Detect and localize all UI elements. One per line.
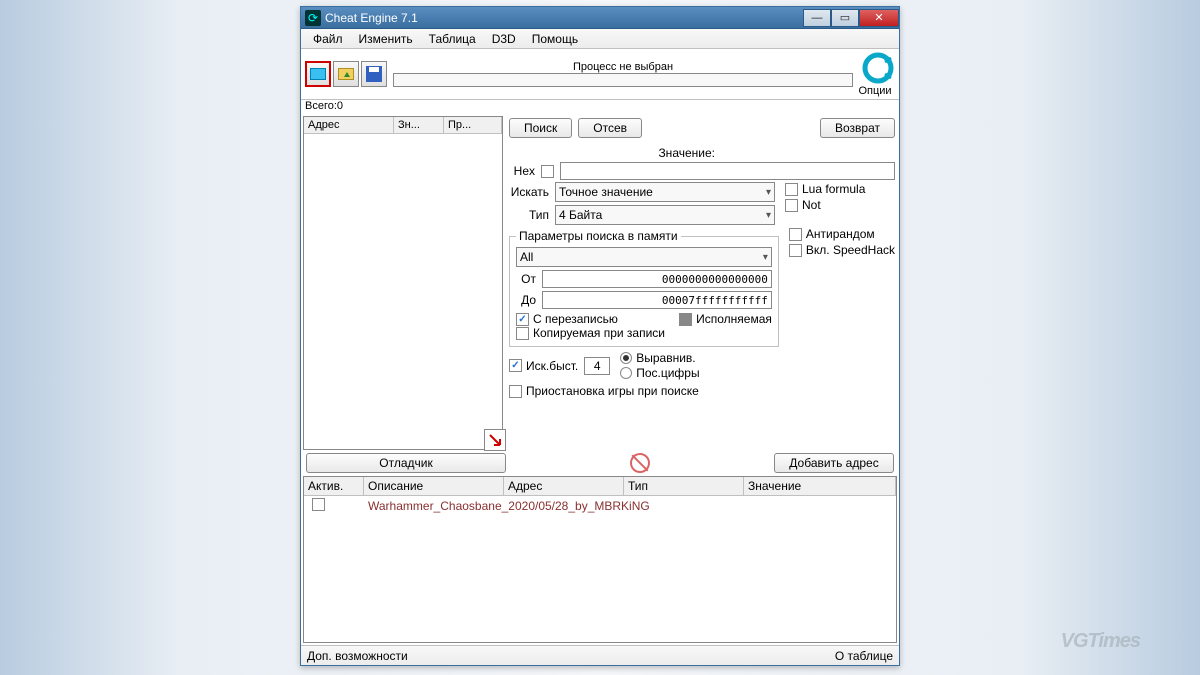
menu-edit[interactable]: Изменить	[351, 30, 421, 48]
undo-scan-button[interactable]: Возврат	[820, 118, 895, 138]
memory-scan-group: Параметры поиска в памяти All От До ✓ С п…	[509, 229, 779, 347]
hex-checkbox[interactable]	[541, 165, 554, 178]
minimize-button[interactable]: —	[803, 9, 831, 27]
value-type-select[interactable]: 4 Байта	[555, 205, 775, 225]
table-row[interactable]: Warhammer_Chaosbane_2020/05/28_by_MBRKiN…	[304, 496, 896, 516]
writable-checkbox[interactable]: ✓	[516, 313, 529, 326]
lastdigits-radio-label: Пос.цифры	[636, 366, 699, 380]
menu-d3d[interactable]: D3D	[484, 30, 524, 48]
to-label: До	[516, 293, 536, 307]
stop-icon	[630, 453, 650, 473]
pause-game-checkbox[interactable]	[509, 385, 522, 398]
executable-checkbox[interactable]	[679, 313, 692, 326]
fastscan-checkbox[interactable]: ✓	[509, 359, 522, 372]
col-value[interactable]: Зн...	[394, 117, 444, 133]
cow-label: Копируемая при записи	[533, 326, 665, 340]
row-description[interactable]: Warhammer_Chaosbane_2020/05/28_by_MBRKiN…	[364, 498, 654, 514]
col-prev[interactable]: Пр...	[444, 117, 502, 133]
statusbar: Доп. возможности О таблице	[301, 645, 899, 665]
not-checkbox[interactable]	[785, 199, 798, 212]
menu-table[interactable]: Таблица	[421, 30, 484, 48]
menu-help[interactable]: Помощь	[524, 30, 586, 48]
toolbar: Процесс не выбран Опции	[301, 49, 899, 100]
open-file-button[interactable]	[333, 61, 359, 87]
alignment-radio-label: Выравнив.	[636, 351, 695, 365]
window-title: Cheat Engine 7.1	[325, 11, 418, 25]
options-link[interactable]: Опции	[858, 85, 891, 97]
progress-bar	[393, 73, 853, 87]
titlebar[interactable]: ⟳ Cheat Engine 7.1 — ▭ ✕	[301, 7, 899, 29]
select-process-button[interactable]	[305, 61, 331, 87]
lua-formula-label: Lua formula	[802, 182, 865, 196]
antirandomizer-label: Антирандом	[806, 227, 875, 241]
status-right[interactable]: О таблице	[835, 649, 893, 663]
found-list[interactable]: Адрес Зн... Пр...	[303, 116, 503, 450]
maximize-button[interactable]: ▭	[831, 9, 859, 27]
menu-file[interactable]: Файл	[305, 30, 351, 48]
add-address-button[interactable]: Добавить адрес	[774, 453, 894, 473]
value-type-label: Тип	[509, 208, 549, 222]
add-to-cheat-table-button[interactable]	[484, 429, 506, 451]
speedhack-label: Вкл. SpeedHack	[806, 243, 895, 257]
cheat-engine-logo[interactable]	[861, 51, 895, 85]
app-window: ⟳ Cheat Engine 7.1 — ▭ ✕ Файл Изменить Т…	[300, 6, 900, 666]
fastscan-label: Иск.быст.	[526, 359, 578, 373]
first-scan-button[interactable]: Поиск	[509, 118, 572, 138]
col-active[interactable]: Актив.	[304, 477, 364, 495]
speedhack-checkbox[interactable]	[789, 244, 802, 257]
found-list-body[interactable]	[304, 134, 502, 449]
col-address[interactable]: Адрес	[304, 117, 394, 133]
not-label: Not	[802, 198, 821, 212]
memory-region-select[interactable]: All	[516, 247, 772, 267]
status-left[interactable]: Доп. возможности	[307, 649, 408, 663]
lua-formula-checkbox[interactable]	[785, 183, 798, 196]
scan-type-select[interactable]: Точное значение	[555, 182, 775, 202]
alignment-input[interactable]	[584, 357, 610, 375]
antirandomizer-checkbox[interactable]	[789, 228, 802, 241]
next-scan-button[interactable]: Отсев	[578, 118, 642, 138]
debugger-button[interactable]: Отладчик	[306, 453, 506, 473]
floppy-icon	[366, 66, 382, 82]
col-addr[interactable]: Адрес	[504, 477, 624, 495]
col-val[interactable]: Значение	[744, 477, 896, 495]
cheat-table[interactable]: Актив. Описание Адрес Тип Значение Warha…	[303, 476, 897, 643]
col-description[interactable]: Описание	[364, 477, 504, 495]
cow-checkbox[interactable]	[516, 327, 529, 340]
from-label: От	[516, 272, 536, 286]
folder-open-icon	[338, 68, 354, 80]
scan-type-label: Искать	[509, 185, 549, 199]
close-button[interactable]: ✕	[859, 9, 899, 27]
lastdigits-radio[interactable]	[620, 367, 632, 379]
range-from-input[interactable]	[542, 270, 772, 288]
memory-group-title: Параметры поиска в памяти	[516, 229, 681, 243]
value-input[interactable]	[560, 162, 895, 180]
progress-label: Процесс не выбран	[393, 61, 853, 73]
app-icon: ⟳	[305, 10, 321, 26]
watermark: VGTimes	[1061, 630, 1140, 653]
pause-game-label: Приостановка игры при поиске	[526, 384, 699, 398]
monitor-icon	[310, 68, 326, 80]
hex-label: Hex	[509, 164, 535, 178]
value-header: Значение:	[658, 146, 715, 160]
save-button[interactable]	[361, 61, 387, 87]
alignment-radio[interactable]	[620, 352, 632, 364]
found-count-label: Всего:0	[305, 100, 343, 112]
menubar: Файл Изменить Таблица D3D Помощь	[301, 29, 899, 49]
writable-label: С перезаписью	[533, 312, 618, 326]
executable-label: Исполняемая	[696, 312, 772, 326]
range-to-input[interactable]	[542, 291, 772, 309]
col-type[interactable]: Тип	[624, 477, 744, 495]
row-active-checkbox[interactable]	[312, 498, 325, 511]
